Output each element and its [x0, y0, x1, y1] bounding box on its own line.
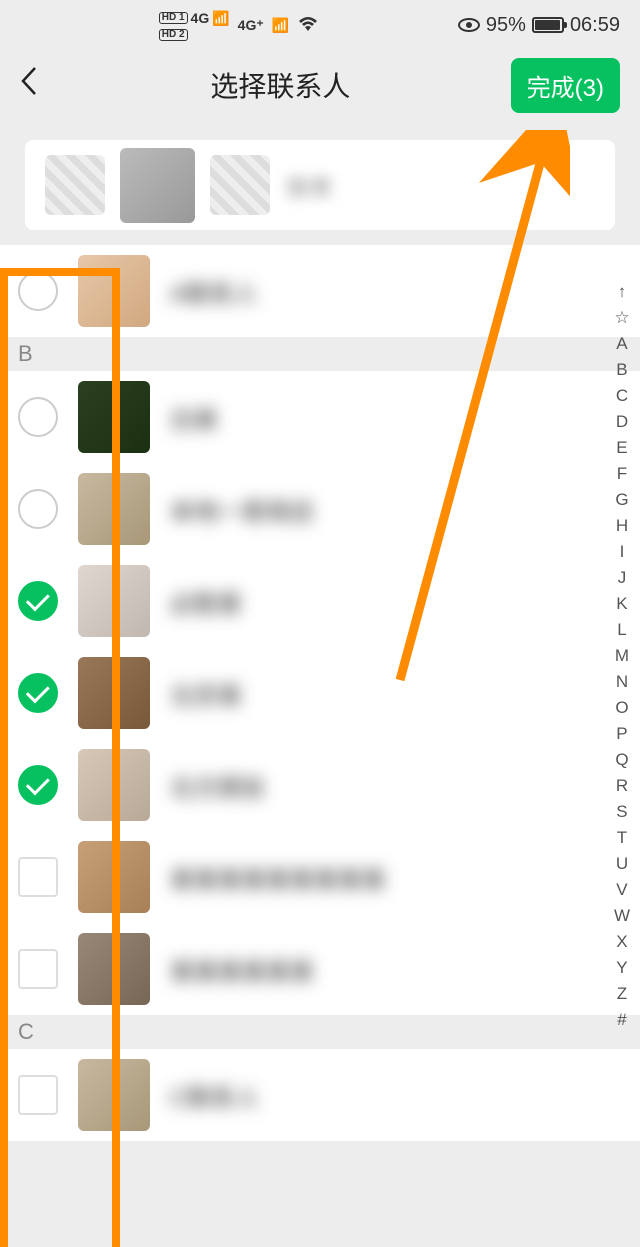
index-item[interactable]: Y — [611, 956, 632, 980]
contact-row[interactable]: 北方朋友 — [0, 739, 640, 831]
contact-avatar — [78, 749, 150, 821]
selected-avatar-thumb[interactable] — [210, 155, 270, 215]
status-indicators: HD 1 4G 📶 HD 2 4G⁺ 📶 — [20, 10, 458, 41]
contact-name: 北方朋友 — [170, 768, 266, 803]
battery-percentage: 95% — [486, 14, 526, 37]
index-item[interactable]: K — [611, 592, 632, 616]
index-item[interactable]: U — [611, 852, 633, 876]
contact-avatar — [78, 473, 150, 545]
index-item[interactable]: F — [612, 462, 632, 486]
contact-avatar — [78, 381, 150, 453]
index-item[interactable]: V — [611, 878, 632, 902]
checkbox-unchecked-icon[interactable] — [18, 949, 58, 989]
signal-bars-icon-2: 📶 — [272, 17, 289, 34]
done-button[interactable]: 完成(3) — [511, 58, 620, 113]
contact-name: 北京某 — [170, 676, 242, 711]
contact-name: 必胜客 — [170, 584, 242, 619]
contact-avatar — [78, 255, 150, 327]
checkbox-unchecked-icon[interactable] — [18, 857, 58, 897]
section-header-C: C — [0, 1015, 640, 1049]
clock-time: 06:59 — [570, 14, 620, 37]
contact-row[interactable]: A联系人 — [0, 245, 640, 337]
index-item[interactable]: J — [613, 566, 632, 590]
index-item[interactable]: C — [611, 384, 633, 408]
eye-icon — [458, 18, 480, 32]
checkbox-checked-icon[interactable] — [18, 581, 58, 621]
checkbox-unchecked-icon[interactable] — [18, 1075, 58, 1115]
checkbox-unchecked-icon[interactable] — [18, 271, 58, 311]
contact-avatar — [78, 1059, 150, 1131]
contact-list[interactable]: A联系人B白某本地一家商店必胜客北京某北方朋友某某某某某某某某某某某某某某某CC… — [0, 245, 640, 1141]
contact-row[interactable]: 北京某 — [0, 647, 640, 739]
index-item[interactable]: L — [612, 618, 631, 642]
checkbox-checked-icon[interactable] — [18, 765, 58, 805]
hd-badge-2: HD 2 — [159, 29, 188, 41]
index-item[interactable]: O — [610, 696, 633, 720]
contact-name: 某某某某某某 — [170, 952, 314, 987]
contact-row[interactable]: 某某某某某某 — [0, 923, 640, 1015]
signal-label-2: 4G⁺ — [238, 17, 264, 34]
contact-avatar — [78, 841, 150, 913]
alphabet-index-bar[interactable]: ↑☆ABCDEFGHIJKLMNOPQRSTUVWXYZ# — [609, 280, 635, 1032]
contact-row[interactable]: 某某某某某某某某某 — [0, 831, 640, 923]
status-right: 95% 06:59 — [458, 14, 620, 37]
index-item[interactable]: G — [610, 488, 633, 512]
index-item[interactable]: Q — [610, 748, 633, 772]
index-item[interactable]: B — [611, 358, 632, 382]
contact-name: 某某某某某某某某某 — [170, 860, 386, 895]
checkbox-unchecked-icon[interactable] — [18, 489, 58, 529]
signal-label-1: 4G — [191, 10, 210, 26]
selected-avatar-thumb[interactable] — [120, 148, 195, 223]
page-title: 选择联系人 — [70, 65, 491, 105]
index-item[interactable]: R — [611, 774, 633, 798]
wifi-icon — [297, 15, 319, 36]
index-item[interactable]: ☆ — [609, 306, 634, 330]
selected-contacts-bar[interactable]: 搜索 — [25, 140, 615, 230]
contact-row[interactable]: 白某 — [0, 371, 640, 463]
index-item[interactable]: T — [612, 826, 632, 850]
index-item[interactable]: S — [611, 800, 632, 824]
contact-avatar — [78, 933, 150, 1005]
index-item[interactable]: H — [611, 514, 633, 538]
index-item[interactable]: N — [611, 670, 633, 694]
index-item[interactable]: A — [611, 332, 632, 356]
index-item[interactable]: I — [615, 540, 630, 564]
status-bar: HD 1 4G 📶 HD 2 4G⁺ 📶 95% 06:59 — [0, 0, 640, 50]
checkbox-checked-icon[interactable] — [18, 673, 58, 713]
battery-icon — [532, 17, 564, 33]
back-button[interactable] — [20, 66, 50, 104]
index-item[interactable]: # — [612, 1008, 631, 1032]
contact-row[interactable]: 本地一家商店 — [0, 463, 640, 555]
index-item[interactable]: Z — [612, 982, 632, 1006]
checkbox-unchecked-icon[interactable] — [18, 397, 58, 437]
contact-name: C联系人 — [170, 1078, 259, 1113]
header: 选择联系人 完成(3) — [0, 50, 640, 120]
index-item[interactable]: E — [611, 436, 632, 460]
index-item[interactable]: P — [611, 722, 632, 746]
index-item[interactable]: X — [611, 930, 632, 954]
search-placeholder[interactable]: 搜索 — [285, 168, 333, 203]
contact-name: 本地一家商店 — [170, 492, 314, 527]
signal-bars-icon: 📶 — [212, 10, 229, 27]
index-item[interactable]: ↑ — [613, 280, 632, 304]
index-item[interactable]: M — [610, 644, 634, 668]
contact-row[interactable]: 必胜客 — [0, 555, 640, 647]
contact-name: A联系人 — [170, 274, 258, 309]
contact-avatar — [78, 657, 150, 729]
contact-avatar — [78, 565, 150, 637]
hd-badge-1: HD 1 — [159, 12, 188, 24]
section-header-B: B — [0, 337, 640, 371]
contact-name: 白某 — [170, 400, 218, 435]
index-item[interactable]: D — [611, 410, 633, 434]
selected-avatar-thumb[interactable] — [45, 155, 105, 215]
index-item[interactable]: W — [609, 904, 635, 928]
contact-row[interactable]: C联系人 — [0, 1049, 640, 1141]
